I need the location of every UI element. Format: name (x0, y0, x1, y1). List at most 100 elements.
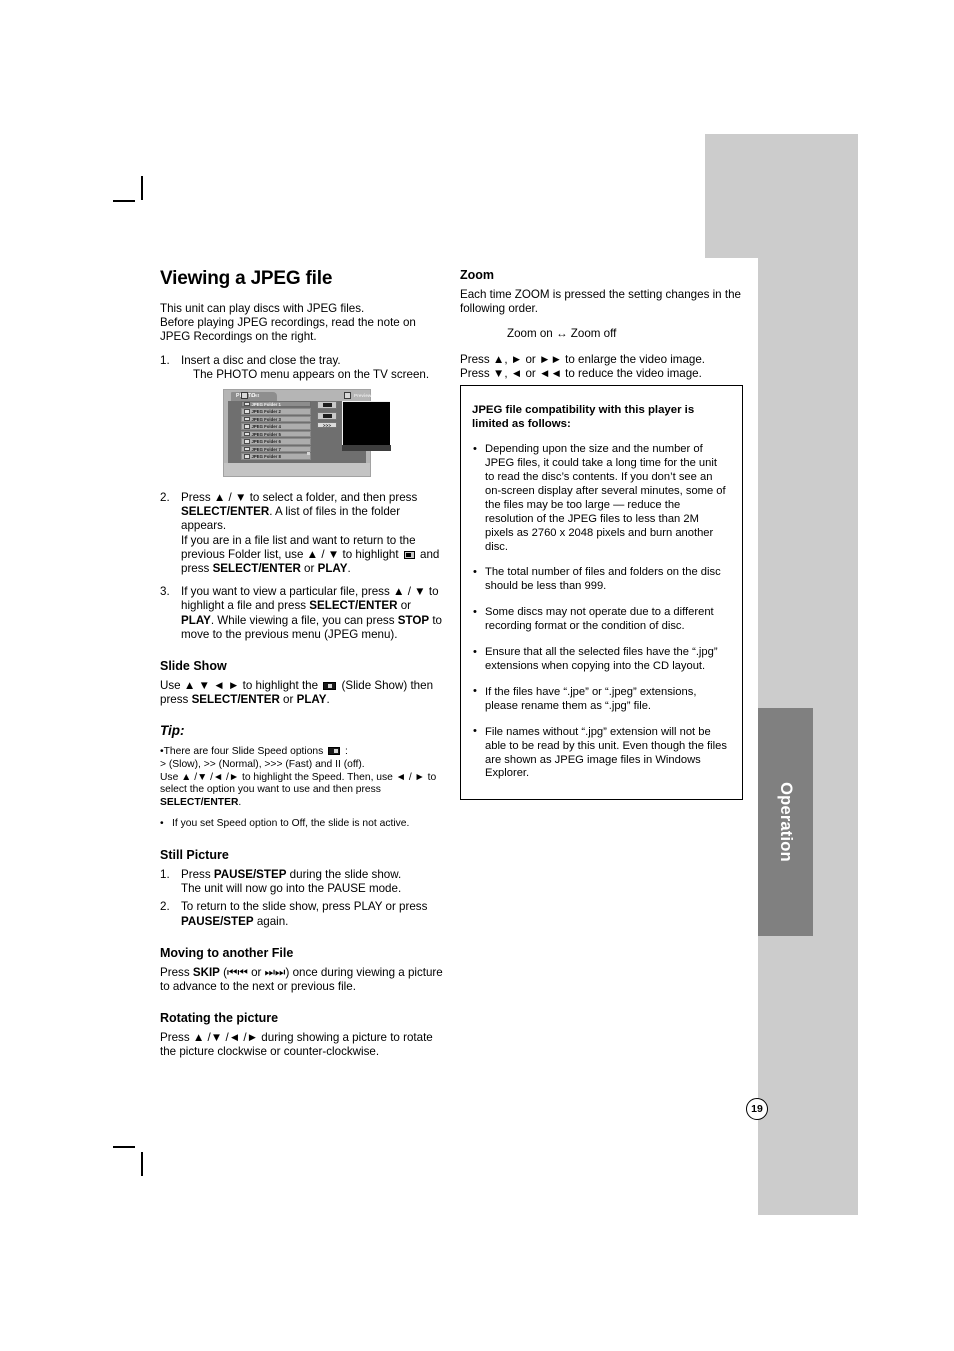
note-bullet-text: Ensure that all the selected files have … (485, 646, 718, 672)
still-picture-step-1-t3: The unit will now go into the PAUSE mode… (181, 882, 402, 896)
moving-file-skip: SKIP (192, 965, 220, 979)
folder-icon (243, 424, 250, 429)
heading-tip: Tip: (160, 723, 185, 739)
step-1: 1. Insert a disc and close the tray. The… (160, 354, 445, 382)
slide-show-play: PLAY (296, 693, 327, 707)
osd-folder-list: JPEG Folder 1 JPEG Folder 2 JPEG Folder … (241, 401, 311, 461)
tip-bullet-dot: • (160, 818, 164, 830)
step-3-t1: If you want to view a particular file, p… (181, 585, 393, 599)
still-picture-step-2-number: 2. (160, 900, 170, 914)
slide-show-icon (323, 682, 337, 691)
osd-folder-label: JPEG Folder 6 (251, 439, 281, 445)
note-bullet-dot: • (473, 685, 477, 698)
note-bullet-dot: • (473, 605, 477, 618)
osd-folder-row[interactable]: JPEG Folder 3 (241, 415, 311, 423)
tip-line-2: > (Slow), >> (Normal), >>> (Fast) and II… (160, 759, 365, 771)
moving-file-paragraph: Press SKIP (⏮⏮ or ⏭⏭) once during viewin… (160, 966, 445, 994)
note-bullet: • If the files have “.jpe” or “.jpeg” ex… (472, 685, 728, 714)
osd-folder-row[interactable]: JPEG Folder 1 (241, 401, 311, 408)
right-column: Zoom Each time ZOOM is pressed the setti… (460, 268, 745, 390)
osd-folder-row[interactable]: JPEG Folder 8 (241, 453, 311, 460)
heading-rotating-the-picture: Rotating the picture (160, 1011, 279, 1026)
jpeg-compatibility-note-box: JPEG file compatibility with this player… (460, 385, 743, 801)
still-picture-step-1-number: 1. (160, 868, 170, 882)
tip-bullet-text: If you set Speed option to Off, the slid… (172, 818, 410, 830)
osd-folder-label: JPEG Folder 1 (251, 401, 281, 407)
osd-folder-label: JPEG Folder 2 (251, 409, 281, 415)
osd-folder-label: JPEG Folder 3 (251, 416, 281, 422)
step-3: 3. If you want to view a particular file… (160, 585, 445, 642)
step-2-t7: or (300, 562, 318, 576)
tip-select-enter: SELECT/ENTER (160, 796, 239, 808)
step-2-t5: to highlight (339, 547, 402, 561)
step-2-play: PLAY (317, 562, 348, 576)
zoom-intro: Each time ZOOM is pressed the setting ch… (460, 288, 741, 316)
osd-folder-row[interactable]: JPEG Folder 2 (241, 408, 311, 415)
slide-speed-icon (322, 413, 332, 418)
step-2-t2: to select a folder, and then press (246, 491, 418, 505)
still-picture-pause-step-2: PAUSE/STEP (181, 914, 254, 928)
slide-show-paragraph: Use ▲ ▼ ◄ ► to highlight the (Slide Show… (160, 679, 445, 707)
note-bullet: • File names without “.jpg” extension wi… (472, 725, 728, 782)
heading-zoom: Zoom (460, 268, 495, 282)
still-picture-step-1-t2: during the slide show. (286, 868, 402, 882)
note-bullet-text: Depending upon the size and the number o… (485, 443, 726, 553)
heading-slide-show: Slide Show (160, 659, 227, 674)
osd-footer-bar (224, 463, 370, 476)
step-2-select-enter-2: SELECT/ENTER (212, 562, 301, 576)
tip-line-1b: : (342, 746, 348, 758)
osd-folder-row[interactable]: JPEG Folder 5 (241, 430, 311, 438)
still-picture-step-2: 2. To return to the slide show, press PL… (160, 900, 445, 928)
osd-scroll-indicator[interactable] (307, 452, 310, 455)
step-2-arrows-1: ▲ / ▼ (213, 491, 247, 505)
still-picture-step-1: 1. Press PAUSE/STEP during the slide sho… (160, 868, 445, 896)
step-2-t8: . (347, 562, 351, 576)
step-3-arrows: ▲ / ▼ (393, 585, 426, 599)
osd-folder-row[interactable]: JPEG Folder 4 (241, 423, 311, 430)
note-bullet-text: File names without “.jpg” extension will… (485, 725, 727, 780)
slide-speed-icon (328, 747, 341, 756)
heading-still-picture: Still Picture (160, 848, 229, 863)
numbered-steps-continued: 2. Press ▲ / ▼ to select a folder, and t… (160, 491, 445, 642)
tip-bullet-off: • If you set Speed option to Off, the sl… (160, 818, 445, 831)
note-bullet-dot: • (473, 645, 477, 658)
chapter-panel-body (758, 134, 858, 1215)
osd-folder-row[interactable]: JPEG Folder 7 (241, 445, 311, 453)
osd-speed-value[interactable]: >>> (317, 422, 337, 428)
osd-preview-header-label: Preview (354, 393, 372, 398)
step-2-number: 2. (160, 491, 170, 505)
slide-show-arrows: ▲ ▼ ◄ ► (183, 679, 240, 693)
osd-list-header: List (241, 392, 259, 399)
chapter-tab-label: Operation (777, 782, 795, 862)
folder-icon (243, 416, 250, 422)
osd-speed-button[interactable] (317, 411, 337, 420)
crop-mark-bottom-left-horizontal (113, 1146, 135, 1148)
step-2-t1: Press (181, 491, 214, 505)
numbered-steps: 1. Insert a disc and close the tray. The… (160, 354, 445, 382)
note-bullet-dot: • (473, 725, 477, 738)
intro-line-2: Before playing JPEG recordings, read the… (160, 316, 416, 330)
step-3-number: 3. (160, 585, 170, 599)
tip-line-1: •There are four Slide Speed options : (160, 746, 445, 759)
slide-show-t4: or (279, 693, 297, 707)
tip-line-1a: •There are four Slide Speed options (160, 746, 327, 758)
note-bullet-text: The total number of files and folders on… (485, 566, 721, 593)
note-bullet-text: Some discs may not operate due to a diff… (485, 606, 714, 633)
step-3-t4: . While viewing a file, you can press (210, 613, 398, 627)
slide-show-t1: Use (160, 679, 184, 693)
note-bullet: • Ensure that all the selected files hav… (472, 646, 728, 674)
step-3-select-enter: SELECT/ENTER (309, 599, 398, 613)
osd-speed-value-label: >>> (322, 422, 332, 428)
step-2-select-enter: SELECT/ENTER (181, 505, 270, 519)
osd-button-group: >>> (317, 401, 337, 431)
folder-icon (243, 446, 250, 452)
slide-show-select-enter: SELECT/ENTER (191, 693, 280, 707)
note-bullet-dot: • (473, 565, 477, 578)
heading-moving-to-another-file: Moving to another File (160, 945, 294, 960)
note-bullet: • The total number of files and folders … (472, 566, 728, 594)
slide-show-t5: . (326, 693, 330, 707)
osd-slide-show-button[interactable] (317, 401, 337, 409)
still-picture-pause-step: PAUSE/STEP (213, 868, 287, 882)
tip-body: •There are four Slide Speed options : > … (160, 746, 445, 809)
osd-folder-row[interactable]: JPEG Folder 6 (241, 438, 311, 445)
